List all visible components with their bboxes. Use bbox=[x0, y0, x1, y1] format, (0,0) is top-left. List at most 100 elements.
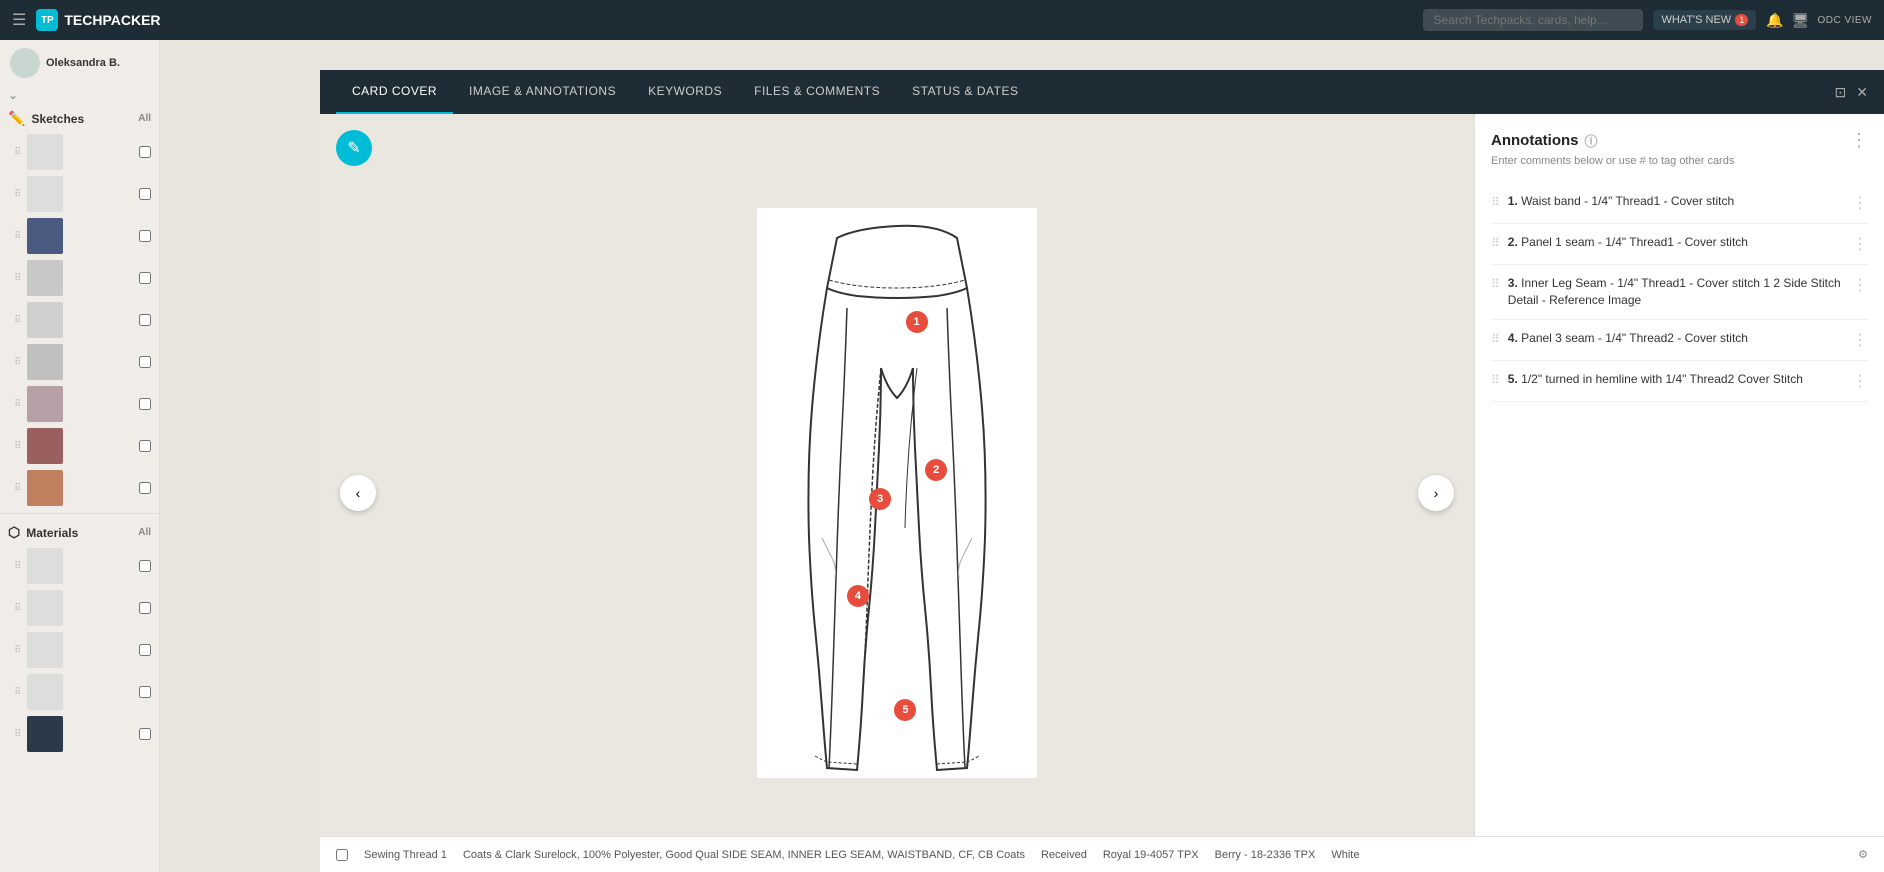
annotation-dot-1[interactable]: 1 bbox=[906, 311, 928, 333]
material-item-1[interactable]: ⠿ bbox=[0, 545, 159, 587]
sketch-item-8[interactable]: ⠿ bbox=[0, 425, 159, 467]
sketch-item-6[interactable]: ⠿ bbox=[0, 341, 159, 383]
annotation-item-4: ⠿ 4. Panel 3 seam - 1/4" Thread2 - Cover… bbox=[1491, 320, 1868, 361]
bell-icon[interactable]: 🔔 bbox=[1766, 12, 1783, 29]
drag-handle-icon: ⠿ bbox=[1491, 193, 1500, 209]
material-item-4[interactable]: ⠿ bbox=[0, 671, 159, 713]
annotations-panel: Annotations ⓘ ⋮ Enter comments below or … bbox=[1474, 114, 1884, 872]
user-name: Oleksandra B. bbox=[46, 57, 120, 69]
close-icon[interactable]: ✕ bbox=[1856, 84, 1868, 101]
annotation-item-1: ⠿ 1. Waist band - 1/4" Thread1 - Cover s… bbox=[1491, 183, 1868, 224]
annotation-more-2[interactable]: ⋮ bbox=[1852, 234, 1868, 254]
tab-status-dates[interactable]: STATUS & DATES bbox=[896, 70, 1034, 114]
annotation-item-2: ⠿ 2. Panel 1 seam - 1/4" Thread1 - Cover… bbox=[1491, 224, 1868, 265]
material-item-5[interactable]: ⠿ bbox=[0, 713, 159, 755]
bottom-checkbox[interactable] bbox=[336, 849, 348, 861]
annotation-more-3[interactable]: ⋮ bbox=[1852, 275, 1868, 295]
annotation-more-4[interactable]: ⋮ bbox=[1852, 330, 1868, 350]
modal-container: CARD COVER IMAGE & ANNOTATIONS KEYWORDS … bbox=[160, 40, 1884, 872]
sketch-checkbox-2[interactable] bbox=[139, 188, 151, 200]
sketch-item-9[interactable]: ⠿ bbox=[0, 467, 159, 509]
sketch-thumbnail-6 bbox=[27, 344, 63, 380]
annotations-more-icon[interactable]: ⋮ bbox=[1850, 130, 1868, 151]
sketch-thumbnail-2 bbox=[27, 176, 63, 212]
odc-view-label[interactable]: ODC VIEW bbox=[1817, 15, 1872, 26]
annotation-more-5[interactable]: ⋮ bbox=[1852, 371, 1868, 391]
sketch-thumbnail-3 bbox=[27, 218, 63, 254]
annotation-text-2: 2. Panel 1 seam - 1/4" Thread1 - Cover s… bbox=[1508, 234, 1844, 251]
tab-files-comments[interactable]: FILES & COMMENTS bbox=[738, 70, 896, 114]
sketch-checkbox-1[interactable] bbox=[139, 146, 151, 158]
whats-new-label: WHAT'S NEW bbox=[1661, 14, 1731, 26]
drag-handle-icon: ⠿ bbox=[14, 645, 21, 656]
material-item-2[interactable]: ⠿ bbox=[0, 587, 159, 629]
modal: CARD COVER IMAGE & ANNOTATIONS KEYWORDS … bbox=[320, 70, 1884, 872]
sketch-checkbox-8[interactable] bbox=[139, 440, 151, 452]
item-description: Coats & Clark Surelock, 100% Polyester, … bbox=[463, 849, 1025, 861]
annotation-dot-2[interactable]: 2 bbox=[925, 459, 947, 481]
annotation-dot-3[interactable]: 3 bbox=[869, 488, 891, 510]
color3-badge: White bbox=[1331, 849, 1359, 861]
sketch-item-4[interactable]: ⠿ bbox=[0, 257, 159, 299]
sketch-checkbox-5[interactable] bbox=[139, 314, 151, 326]
modal-actions: ⊡ ✕ bbox=[1835, 84, 1868, 101]
sketch-item-7[interactable]: ⠿ bbox=[0, 383, 159, 425]
sketch-checkbox-7[interactable] bbox=[139, 398, 151, 410]
gear-icon[interactable]: ⚙ bbox=[1858, 848, 1868, 861]
whats-new-button[interactable]: WHAT'S NEW 1 bbox=[1653, 10, 1756, 30]
annotation-text-3: 3. Inner Leg Seam - 1/4" Thread1 - Cover… bbox=[1508, 275, 1844, 309]
sketches-link[interactable]: All bbox=[138, 113, 151, 124]
drag-handle-icon: ⠿ bbox=[14, 189, 21, 200]
main-layout: Oleksandra B. ⌄ ✏️ Sketches All ⠿ ⠿ ⠿ bbox=[0, 40, 1884, 872]
sketch-item-1[interactable]: ⠿ bbox=[0, 131, 159, 173]
material-checkbox-1[interactable] bbox=[139, 560, 151, 572]
sketches-section: ✏️ Sketches All bbox=[0, 104, 159, 131]
info-icon: ⓘ bbox=[1585, 131, 1598, 150]
monitor-icon[interactable]: 🖥 bbox=[1792, 12, 1810, 29]
material-checkbox-3[interactable] bbox=[139, 644, 151, 656]
material-checkbox-2[interactable] bbox=[139, 602, 151, 614]
sketch-item-2[interactable]: ⠿ bbox=[0, 173, 159, 215]
sketch-checkbox-6[interactable] bbox=[139, 356, 151, 368]
prev-button[interactable]: ‹ bbox=[340, 475, 376, 511]
annotations-title: Annotations ⓘ bbox=[1491, 131, 1598, 150]
drag-handle-icon: ⠿ bbox=[14, 729, 21, 740]
materials-link[interactable]: All bbox=[138, 527, 151, 538]
tab-card-cover[interactable]: CARD COVER bbox=[336, 70, 453, 114]
annotation-more-1[interactable]: ⋮ bbox=[1852, 193, 1868, 213]
drag-handle-icon: ⠿ bbox=[14, 399, 21, 410]
sketches-label: Sketches bbox=[31, 112, 84, 126]
tab-keywords[interactable]: KEYWORDS bbox=[632, 70, 738, 114]
modal-tabs: CARD COVER IMAGE & ANNOTATIONS KEYWORDS … bbox=[320, 70, 1884, 114]
drag-handle-icon: ⠿ bbox=[14, 273, 21, 284]
material-thumbnail-5 bbox=[27, 716, 63, 752]
material-thumbnail-3 bbox=[27, 632, 63, 668]
sketch-item-3[interactable]: ⠿ bbox=[0, 215, 159, 257]
hamburger-menu[interactable]: ☰ bbox=[12, 10, 26, 30]
sketch-item-5[interactable]: ⠿ bbox=[0, 299, 159, 341]
search-input[interactable] bbox=[1423, 9, 1643, 31]
sketch-checkbox-3[interactable] bbox=[139, 230, 151, 242]
drag-handle-icon: ⠿ bbox=[14, 687, 21, 698]
annotation-content-5: 1/2" turned in hemline with 1/4" Thread2… bbox=[1521, 372, 1803, 386]
annotation-dot-5[interactable]: 5 bbox=[894, 699, 916, 721]
material-checkbox-5[interactable] bbox=[139, 728, 151, 740]
cube-icon: ⬡ bbox=[8, 524, 20, 541]
material-checkbox-4[interactable] bbox=[139, 686, 151, 698]
nav-icons: 🔔 🖥 ODC VIEW bbox=[1766, 12, 1872, 29]
edit-button[interactable]: ✎ bbox=[336, 130, 372, 166]
sketch-checkbox-9[interactable] bbox=[139, 482, 151, 494]
tab-image-annotations[interactable]: IMAGE & ANNOTATIONS bbox=[453, 70, 632, 114]
annotations-title-text: Annotations bbox=[1491, 132, 1579, 149]
annotations-subtitle: Enter comments below or use # to tag oth… bbox=[1491, 155, 1868, 167]
annotation-content-3: Inner Leg Seam - 1/4" Thread1 - Cover st… bbox=[1508, 276, 1841, 307]
annotation-dot-4[interactable]: 4 bbox=[847, 585, 869, 607]
materials-label: Materials bbox=[26, 526, 78, 540]
collapse-main-icon[interactable]: ⌄ bbox=[8, 88, 18, 102]
logo-icon: TP bbox=[36, 9, 58, 31]
material-item-3[interactable]: ⠿ bbox=[0, 629, 159, 671]
sketch-thumbnail-5 bbox=[27, 302, 63, 338]
next-button[interactable]: › bbox=[1418, 475, 1454, 511]
expand-icon[interactable]: ⊡ bbox=[1835, 84, 1847, 101]
sketch-checkbox-4[interactable] bbox=[139, 272, 151, 284]
